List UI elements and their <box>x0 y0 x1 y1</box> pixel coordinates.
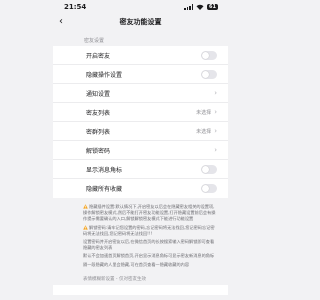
note-hide-settings: 隐藏插件设置:默认情况下,开启密友以后会在隐藏密友相关的设置项,操作解锁密友模式… <box>83 204 216 223</box>
setting-show-badge[interactable]: 显示消息角标 <box>53 160 228 179</box>
setting-unlock-password[interactable]: 解锁密码 › <box>53 141 228 160</box>
next-settings-row[interactable] <box>53 284 228 295</box>
setting-label: 显示消息角标 <box>86 166 123 174</box>
status-time: 21:54 <box>64 3 87 11</box>
setting-value: 未选择 <box>196 109 212 116</box>
note-text: 解锁密码:请牢记您设置的密码,忘记密码将无法找回,您记密码忘记密码将无法找回,您… <box>83 224 215 236</box>
battery-indicator: 61 <box>207 4 218 10</box>
setting-label: 解锁密码 <box>86 147 111 155</box>
chevron-right-icon: › <box>214 107 217 116</box>
settings-list: 开启密友 隐藏操作设置 通知设置 › 密友列表 未选择 › 密群列表 未选择 › <box>53 46 228 198</box>
phone-screen: 21:54 61 ‹ 密友功能设置 密友设置 开启密友 隐藏操作设置 通知设置 … <box>53 0 228 300</box>
chevron-right-icon: › <box>214 88 217 97</box>
navigation-bar: ‹ 密友功能设置 <box>53 14 228 30</box>
chevron-right-icon: › <box>214 126 217 135</box>
setting-value: 未选择 <box>196 128 212 135</box>
warning-icon <box>83 224 88 230</box>
wifi-icon <box>196 4 204 10</box>
chevron-right-icon: › <box>214 145 217 154</box>
setting-notifications[interactable]: 通知设置 › <box>53 84 228 103</box>
status-icons: 61 <box>184 4 218 10</box>
help-notes: 隐藏插件设置:默认情况下,开启密友以后会在隐藏密友相关的设置项,操作解锁密友模式… <box>53 198 228 268</box>
hide-favorites-toggle[interactable] <box>201 184 217 193</box>
setting-label: 开启密友 <box>86 52 111 60</box>
back-button[interactable]: ‹ <box>59 16 63 28</box>
setting-group-list[interactable]: 密群列表 未选择 › <box>53 122 228 141</box>
status-bar: 21:54 61 <box>53 0 228 14</box>
setting-friend-list[interactable]: 密友列表 未选择 › <box>53 103 228 122</box>
page-title: 密友功能设置 <box>119 18 162 26</box>
warning-icon <box>83 204 88 209</box>
setting-hide-favorites[interactable]: 隐藏所有收藏 <box>53 179 228 198</box>
note-unlock-password: 解锁密码:请牢记您设置的密码,忘记密码将无法找回,您记密码忘记密码将无法找回,您… <box>83 225 216 237</box>
setting-enable-close-friends[interactable]: 开启密友 <box>53 46 228 65</box>
note-search-unlock: 设置密码并开启密友以后,在微信首页的长按搜索输入密码解锁即可查看隐藏的密友列表 <box>83 239 215 251</box>
enable-close-friends-toggle[interactable] <box>201 50 217 60</box>
setting-label: 密友列表 <box>86 109 111 117</box>
chevron-left-icon: ‹ <box>59 16 63 27</box>
show-badge-toggle[interactable] <box>201 164 217 174</box>
setting-label: 隐藏操作设置 <box>86 71 123 79</box>
setting-label: 隐藏所有收藏 <box>86 186 123 193</box>
signal-icon <box>184 4 194 10</box>
footer-section-title: 表情模糊新设置 - 仅对密友生效 <box>83 276 146 282</box>
setting-hide-operations[interactable]: 隐藏操作设置 <box>53 65 228 84</box>
setting-label: 通知设置 <box>86 90 111 98</box>
section-title: 密友设置 <box>84 38 105 44</box>
note-text: 隐藏插件设置:默认情况下,开启密友以后会在隐藏密友相关的设置项,操作解锁密友模式… <box>83 204 216 222</box>
setting-label: 密群列表 <box>86 128 111 136</box>
note-favorites: 隔一段隐藏的人里会隐藏,可在首页查看一隐藏收藏的内容 <box>83 261 190 267</box>
note-badge: 默认不会加速首页解锁首页,开启显示消息角标可显示密友新消息的角标 <box>83 253 215 259</box>
hide-operations-toggle[interactable] <box>201 69 217 79</box>
